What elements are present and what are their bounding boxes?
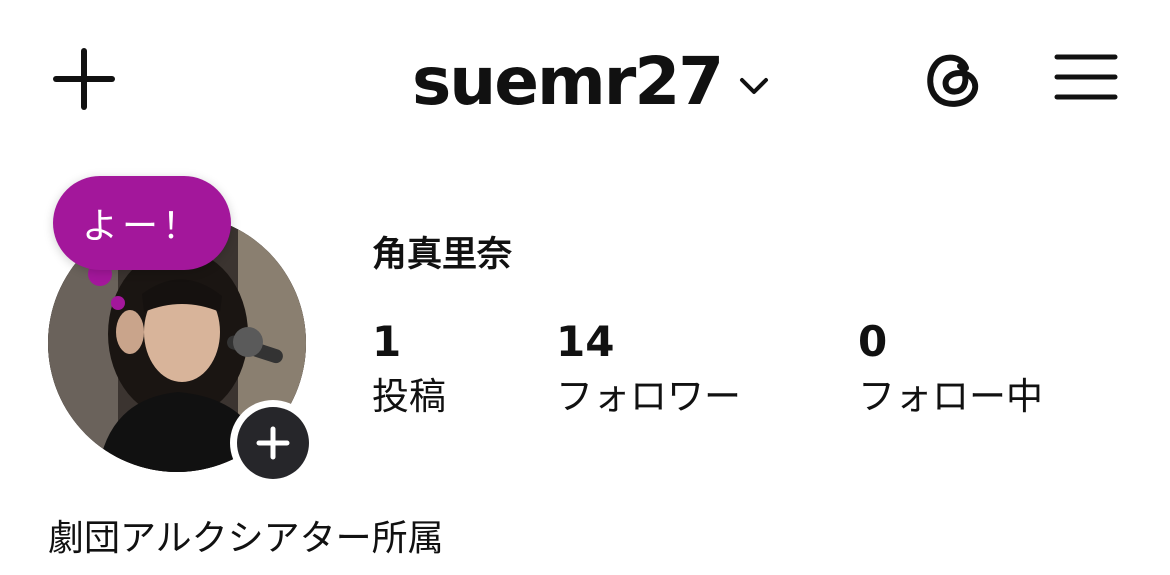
followers-count[interactable]: 14 フォロワー [556, 316, 741, 422]
followers-label: フォロワー [556, 375, 741, 418]
note-bubble[interactable]: よー！ [53, 176, 231, 270]
following-count[interactable]: 0 フォロー中 [858, 316, 1043, 422]
profile-page: suemr27 よー！ 角真里奈 1 投稿 14 フォロワー 0 フォロー中 劇… [0, 0, 1170, 575]
note-text: よー！ [81, 206, 202, 247]
followers-count-value: 14 [556, 317, 615, 366]
display-name: 角真里奈 [372, 235, 513, 275]
account-switcher[interactable]: suemr27 [412, 36, 770, 126]
following-label: フォロー中 [858, 375, 1043, 418]
username: suemr27 [412, 42, 724, 120]
posts-label: 投稿 [372, 375, 446, 418]
following-count-value: 0 [858, 317, 888, 366]
threads-icon [927, 54, 979, 107]
plus-icon [256, 426, 290, 460]
chevron-down-icon [740, 78, 769, 94]
plus-icon [53, 48, 115, 110]
posts-count[interactable]: 1 投稿 [372, 316, 446, 422]
menu-button[interactable] [1054, 52, 1118, 102]
note-bubble-tail-small [111, 296, 125, 310]
add-story-button[interactable] [230, 400, 316, 486]
create-button[interactable] [50, 45, 118, 113]
bio: 劇団アルクシアター所属 [48, 518, 444, 559]
posts-count-value: 1 [372, 317, 402, 366]
threads-button[interactable] [920, 46, 986, 112]
hamburger-menu-icon [1054, 54, 1118, 100]
